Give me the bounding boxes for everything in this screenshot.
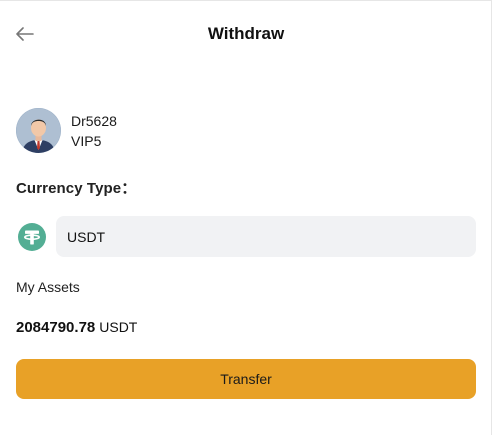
my-assets-label: My Assets bbox=[16, 279, 80, 295]
assets-amount: 2084790.78 bbox=[16, 319, 96, 336]
vip-level: VIP5 bbox=[71, 132, 102, 149]
user-card: Dr5628 VIP5 bbox=[16, 108, 117, 153]
currency-select[interactable]: USDT bbox=[56, 216, 476, 257]
currency-row: USDT bbox=[16, 216, 476, 257]
page-title: Withdraw bbox=[207, 24, 285, 43]
assets-balance: 2084790.78 USDT bbox=[16, 319, 137, 336]
avatar bbox=[16, 108, 61, 153]
assets-unit: USDT bbox=[99, 319, 138, 335]
header: Withdraw bbox=[0, 1, 492, 67]
transfer-button[interactable]: Transfer bbox=[16, 359, 476, 399]
withdraw-page: Withdraw Dr5628 VIP5 Currency Type： USDT… bbox=[0, 0, 492, 435]
user-info: Dr5628 VIP5 bbox=[71, 111, 117, 151]
currency-type-label: Currency Type： bbox=[16, 180, 137, 197]
tether-icon bbox=[18, 222, 46, 251]
username: Dr5628 bbox=[71, 112, 117, 129]
